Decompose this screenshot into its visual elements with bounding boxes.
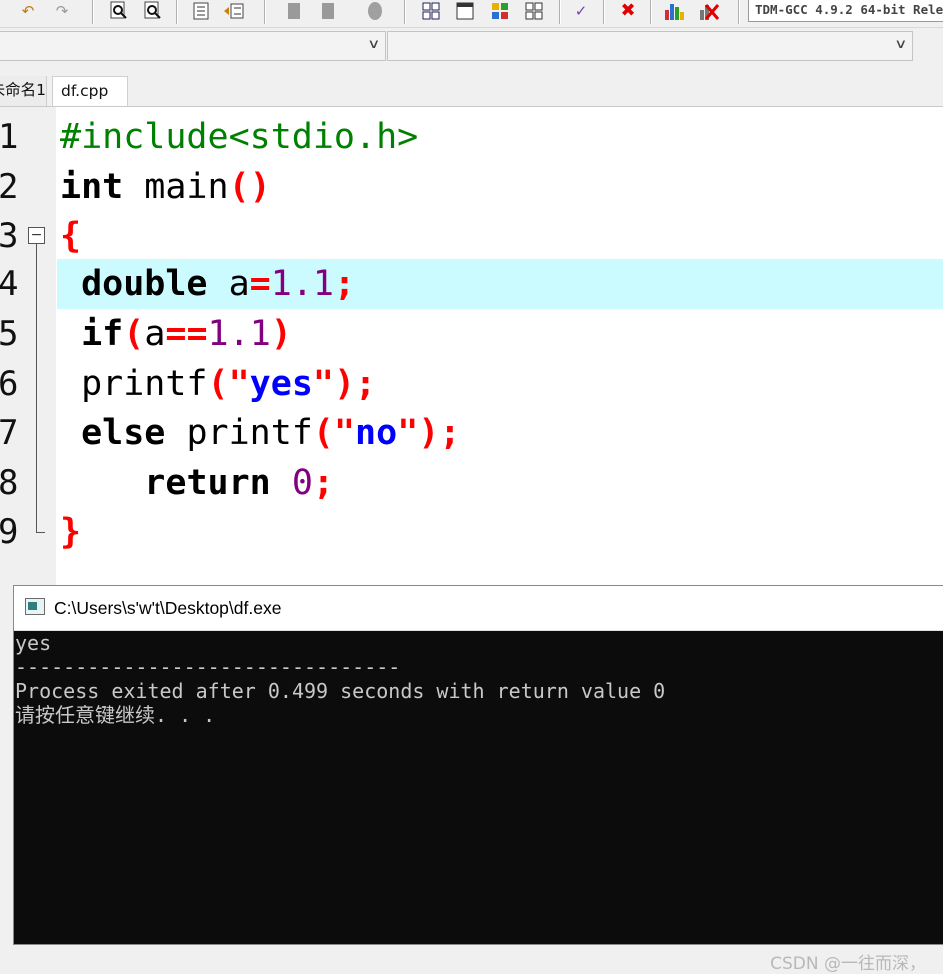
fold-guide [36,244,37,532]
toolbar-separator [404,0,406,24]
redo-icon[interactable]: ↷ [50,0,74,22]
code-text: double a=1.1; [81,264,356,304]
code-text: return 0; [144,463,334,503]
console-app-icon [25,598,45,615]
unindent-icon[interactable] [222,0,246,22]
code-line: 9 } [0,507,943,557]
line-number: 9 [0,512,19,552]
stop-icon[interactable] [697,0,721,22]
layout-icon[interactable] [522,0,546,22]
code-line: 2 int main() [0,162,943,212]
console-output[interactable]: yes -------------------------------- Pro… [14,631,943,974]
toolbar-separator [603,0,605,24]
fold-guide-end [36,532,45,533]
watermark: CSDN @一往而深， [770,954,926,974]
line-number: 7 [0,413,19,453]
code-line: 1 #include<stdio.h> [0,112,943,162]
replace-icon[interactable] [141,0,165,22]
code-text: int main() [60,167,271,207]
editor-tabs: 未命名1 df.cpp [0,72,943,107]
line-number: 8 [0,463,19,503]
tab-untitled[interactable]: 未命名1 [0,76,47,106]
code-text: } [60,512,82,552]
toolbar: ↶ ↷ ✓ ✖ TDM-GCC 4.9.2 64-bit Rele [0,0,943,28]
toggle-icon[interactable] [363,0,387,22]
check-syntax-icon[interactable]: ✓ [569,0,593,22]
code-editor[interactable]: 1 #include<stdio.h> 2 int main() 3 { 4 d… [0,107,943,585]
line-number: 6 [0,364,19,404]
line-number: 1 [0,117,19,157]
class-browser-icon[interactable] [488,0,512,22]
chevron-down-icon: ∨ [367,37,381,52]
goto-bookmark-icon[interactable] [316,0,340,22]
code-text: #include<stdio.h> [60,117,419,157]
toolbar-separator [559,0,561,24]
member-combo[interactable]: ∨ [387,31,913,61]
code-line: 8 return 0; [0,458,943,508]
tab-df-cpp[interactable]: df.cpp [52,76,128,106]
indent-icon[interactable] [189,0,213,22]
undo-icon[interactable]: ↶ [16,0,40,22]
bookmark-icon[interactable] [282,0,306,22]
code-line: 6 printf("yes"); [0,359,943,409]
find-icon[interactable] [107,0,131,22]
chevron-down-icon: ∨ [894,37,908,52]
code-line: 5 if(a==1.1) [0,309,943,359]
line-number: 3 [0,216,19,256]
toolbar-separator [738,0,740,24]
chart-icon[interactable] [662,0,686,22]
code-text: printf("yes"); [60,364,377,404]
scope-combo-row: ∨ ∨ [0,28,943,72]
console-line: yes [15,631,52,655]
code-line: 3 { [0,211,943,261]
toolbar-separator [650,0,652,24]
console-titlebar[interactable]: C:\Users\s'w't\Desktop\df.exe [14,586,943,631]
compiler-select[interactable]: TDM-GCC 4.9.2 64-bit Release [748,0,943,22]
window-icon[interactable] [453,0,477,22]
code-text: if(a==1.1) [81,314,292,354]
new-project-icon[interactable] [419,0,443,22]
code-line: 7 else printf("no"); [0,408,943,458]
toolbar-separator [264,0,266,24]
code-text: { [60,216,82,256]
console-line: Process exited after 0.499 seconds with … [15,679,666,703]
console-line: -------------------------------- [15,655,401,679]
code-line-current: 4 double a=1.1; [0,259,943,309]
console-window[interactable]: C:\Users\s'w't\Desktop\df.exe yes ------… [13,585,943,974]
console-title: C:\Users\s'w't\Desktop\df.exe [54,598,282,618]
console-line: 请按任意键继续. . . [15,703,216,727]
toolbar-separator [176,0,178,24]
close-icon[interactable]: ✖ [616,0,640,22]
fold-collapse-icon[interactable]: − [28,227,45,244]
code-text: else printf("no"); [81,413,461,453]
line-number: 5 [0,314,19,354]
toolbar-separator [92,0,94,24]
class-combo[interactable]: ∨ [0,31,386,61]
line-number: 4 [0,264,19,304]
line-number: 2 [0,167,19,207]
